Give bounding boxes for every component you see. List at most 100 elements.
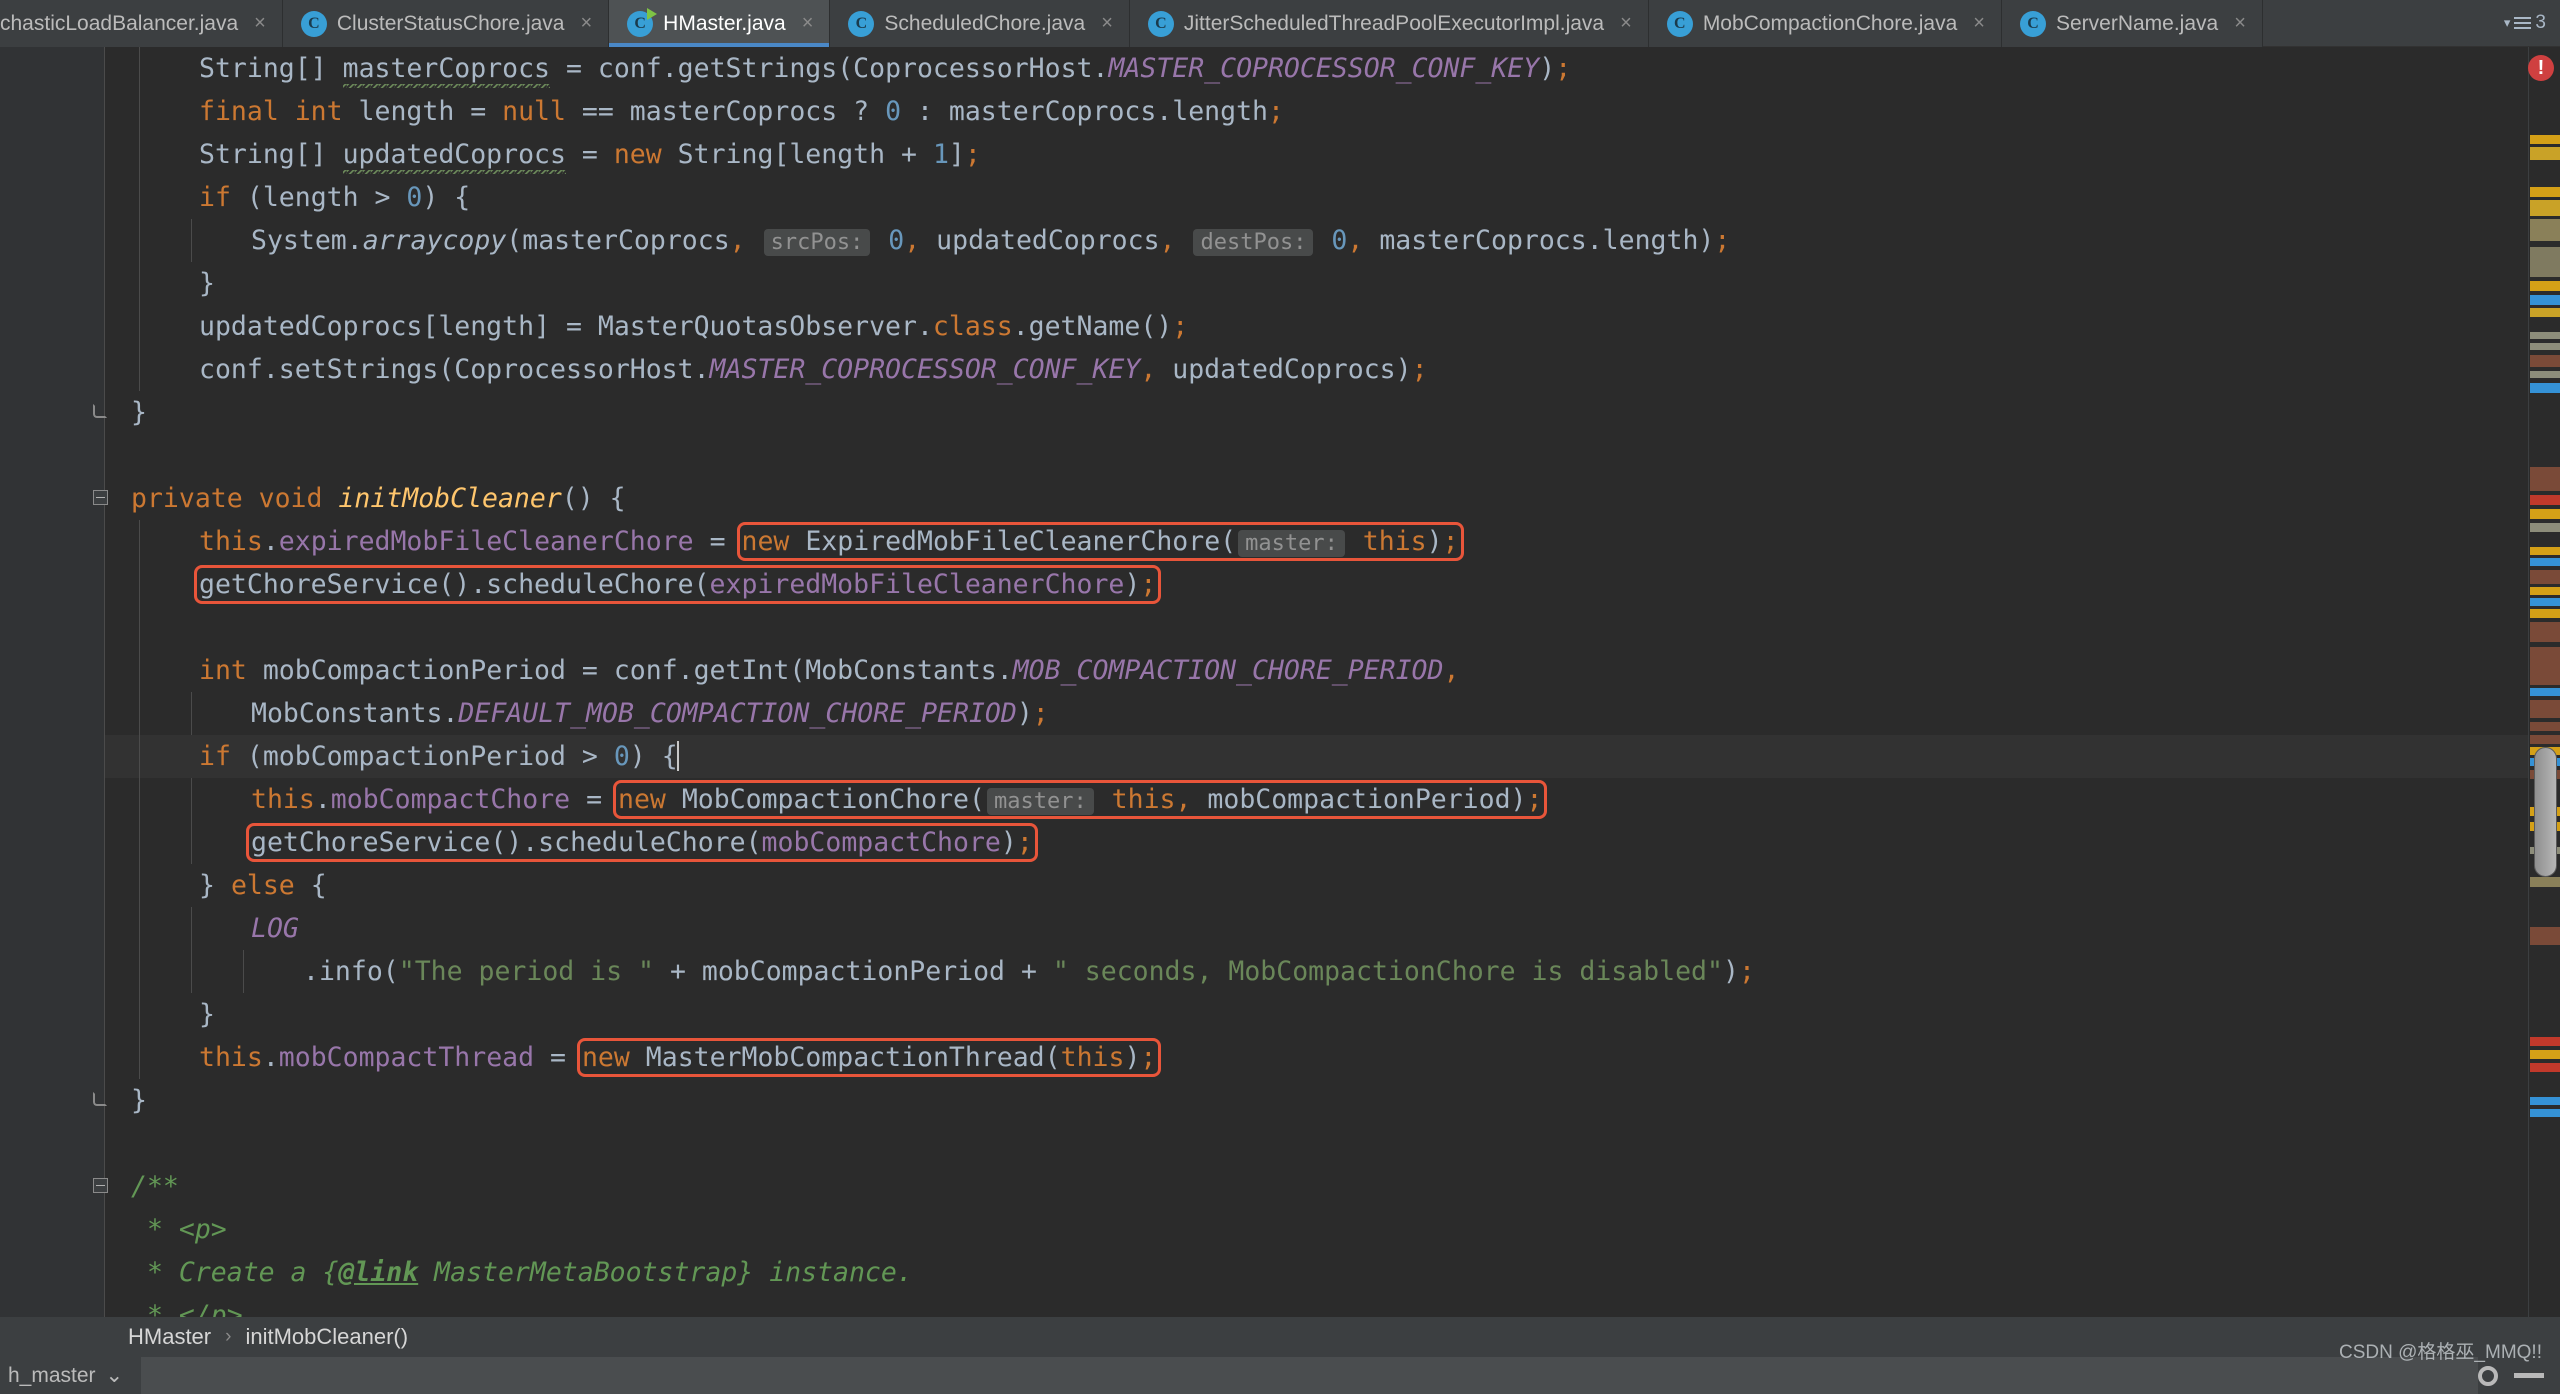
editor-gutter[interactable] [0, 47, 108, 1335]
editor-tab-servername[interactable]: C ServerName.java × [2001, 0, 2263, 47]
settings-gear-icon[interactable] [2478, 1365, 2498, 1386]
code-marker[interactable] [2530, 467, 2560, 491]
breadcrumb-item[interactable]: HMaster [128, 1324, 211, 1350]
code-marker[interactable] [2530, 147, 2560, 160]
code-line[interactable]: getChoreService().scheduleChore(expiredM… [105, 563, 2560, 606]
status-bar-handle[interactable] [2514, 1373, 2544, 1378]
code-marker[interactable] [2530, 587, 2560, 595]
code-marker[interactable] [2530, 281, 2560, 291]
code-marker[interactable] [2530, 247, 2560, 277]
code-marker[interactable] [2530, 1050, 2560, 1059]
code-marker[interactable] [2530, 927, 2560, 945]
code-marker[interactable] [2530, 187, 2560, 197]
code-marker[interactable] [2530, 877, 2560, 887]
code-marker[interactable] [2530, 135, 2560, 144]
code-marker[interactable] [2530, 622, 2560, 642]
code-marker[interactable] [2530, 523, 2560, 532]
code-line[interactable]: * <p> [105, 1208, 2560, 1251]
code-marker[interactable] [2530, 383, 2560, 393]
code-line[interactable] [105, 1122, 2560, 1165]
code-line[interactable] [105, 434, 2560, 477]
code-line[interactable]: this.mobCompactChore = new MobCompaction… [105, 778, 2560, 821]
code-line[interactable]: int mobCompactionPeriod = conf.getInt(Mo… [105, 649, 2560, 692]
code-marker[interactable] [2530, 647, 2560, 685]
indent-guide [139, 649, 140, 692]
code-marker[interactable] [2530, 547, 2560, 555]
vcs-branch-widget[interactable]: h_master ⌄ [0, 1357, 142, 1394]
code-line[interactable] [105, 606, 2560, 649]
code-line[interactable]: System.arraycopy(masterCoprocs, srcPos: … [105, 219, 2560, 262]
chevron-down-icon[interactable]: ⌄ [106, 1363, 124, 1388]
status-bar-right [2478, 1365, 2560, 1386]
close-icon[interactable]: × [1101, 12, 1113, 35]
close-icon[interactable]: × [1620, 12, 1632, 35]
code-line[interactable]: } [105, 993, 2560, 1036]
editor-marker-rail[interactable]: ! [2528, 47, 2560, 1335]
code-content[interactable]: String[] masterCoprocs = conf.getStrings… [105, 47, 2560, 1335]
code-marker[interactable] [2530, 1037, 2560, 1046]
code-line[interactable]: String[] updatedCoprocs = new String[len… [105, 133, 2560, 177]
code-line[interactable]: * Create a {@link MasterMetaBootstrap} i… [105, 1251, 2560, 1294]
code-line[interactable]: this.mobCompactThread = new MasterMobCom… [105, 1036, 2560, 1079]
close-icon[interactable]: × [802, 12, 814, 35]
editor-tab-mobcompactionchore[interactable]: C MobCompactionChore.java × [1648, 0, 2002, 47]
code-line[interactable]: LOG [105, 907, 2560, 950]
code-marker[interactable] [2530, 570, 2560, 584]
code-line[interactable]: } [105, 1079, 2560, 1122]
code-marker[interactable] [2530, 688, 2560, 696]
code-line[interactable]: if (mobCompactionPeriod > 0) { [105, 735, 2560, 778]
code-marker[interactable] [2530, 1109, 2560, 1117]
chevron-down-icon[interactable]: ▾ [2504, 15, 2511, 31]
editor-tab-jitterscheduledthreadpoolexecutorimpl[interactable]: C JitterScheduledThreadPoolExecutorImpl.j… [1129, 0, 1649, 47]
code-marker[interactable] [2530, 343, 2560, 350]
tab-overflow-control[interactable]: ▾ 3 [2490, 0, 2560, 46]
code-line[interactable]: if (length > 0) { [105, 176, 2560, 219]
code-line[interactable]: } [105, 391, 2560, 434]
code-marker[interactable] [2530, 700, 2560, 718]
editor-tab-clusterstatuschore[interactable]: C ClusterStatusChore.java × [282, 0, 610, 47]
code-marker[interactable] [2530, 219, 2560, 241]
code-line[interactable]: updatedCoprocs[length] = MasterQuotasObs… [105, 305, 2560, 348]
error-marker-icon[interactable]: ! [2528, 55, 2554, 81]
editor-tab-scheduledchore[interactable]: C ScheduledChore.java × [830, 0, 1130, 47]
code-marker[interactable] [2530, 1097, 2560, 1105]
code-editor[interactable]: String[] masterCoprocs = conf.getStrings… [0, 47, 2560, 1335]
code-line[interactable]: } else { [105, 864, 2560, 907]
editor-tab-hmaster[interactable]: C HMaster.java × [609, 0, 831, 47]
code-line[interactable]: this.expiredMobFileCleanerChore = new Ex… [105, 520, 2560, 563]
code-line[interactable]: final int length = null == masterCoprocs… [105, 90, 2560, 133]
code-marker[interactable] [2530, 355, 2560, 367]
code-marker[interactable] [2530, 200, 2560, 216]
code-marker[interactable] [2530, 609, 2560, 618]
code-line[interactable]: conf.setStrings(CoprocessorHost.MASTER_C… [105, 348, 2560, 391]
indent-guide [191, 950, 192, 993]
code-line[interactable]: private void initMobCleaner() { [105, 477, 2560, 520]
code-marker[interactable] [2530, 495, 2560, 505]
indent-guide [139, 133, 140, 176]
close-icon[interactable]: × [1973, 12, 1985, 35]
code-line[interactable]: /** [105, 1165, 2560, 1208]
code-line[interactable]: } [105, 262, 2560, 305]
code-marker[interactable] [2530, 735, 2560, 744]
code-marker[interactable] [2530, 295, 2560, 305]
close-icon[interactable]: × [580, 12, 592, 35]
code-marker[interactable] [2530, 722, 2560, 731]
editor-tab-chasticloadbalancer[interactable]: chasticLoadBalancer.java × [0, 0, 283, 47]
close-icon[interactable]: × [254, 12, 266, 35]
code-line[interactable]: MobConstants.DEFAULT_MOB_COMPACTION_CHOR… [105, 692, 2560, 735]
code-marker[interactable] [2530, 509, 2560, 519]
code-marker[interactable] [2530, 558, 2560, 566]
code-line[interactable]: getChoreService().scheduleChore(mobCompa… [105, 821, 2560, 864]
tab-list-icon[interactable] [2514, 14, 2532, 32]
code-marker[interactable] [2530, 371, 2560, 378]
code-marker[interactable] [2530, 1063, 2560, 1072]
code-line[interactable]: .info("The period is " + mobCompactionPe… [105, 950, 2560, 993]
breadcrumb-item[interactable]: initMobCleaner() [245, 1324, 408, 1350]
close-icon[interactable]: × [2234, 12, 2246, 35]
code-line[interactable]: String[] masterCoprocs = conf.getStrings… [105, 47, 2560, 91]
scrollbar-thumb[interactable] [2534, 747, 2557, 877]
code-text: updatedCoprocs[length] = MasterQuotasObs… [199, 311, 1189, 342]
code-marker[interactable] [2530, 598, 2560, 606]
code-marker[interactable] [2530, 332, 2560, 339]
code-marker[interactable] [2530, 308, 2560, 317]
